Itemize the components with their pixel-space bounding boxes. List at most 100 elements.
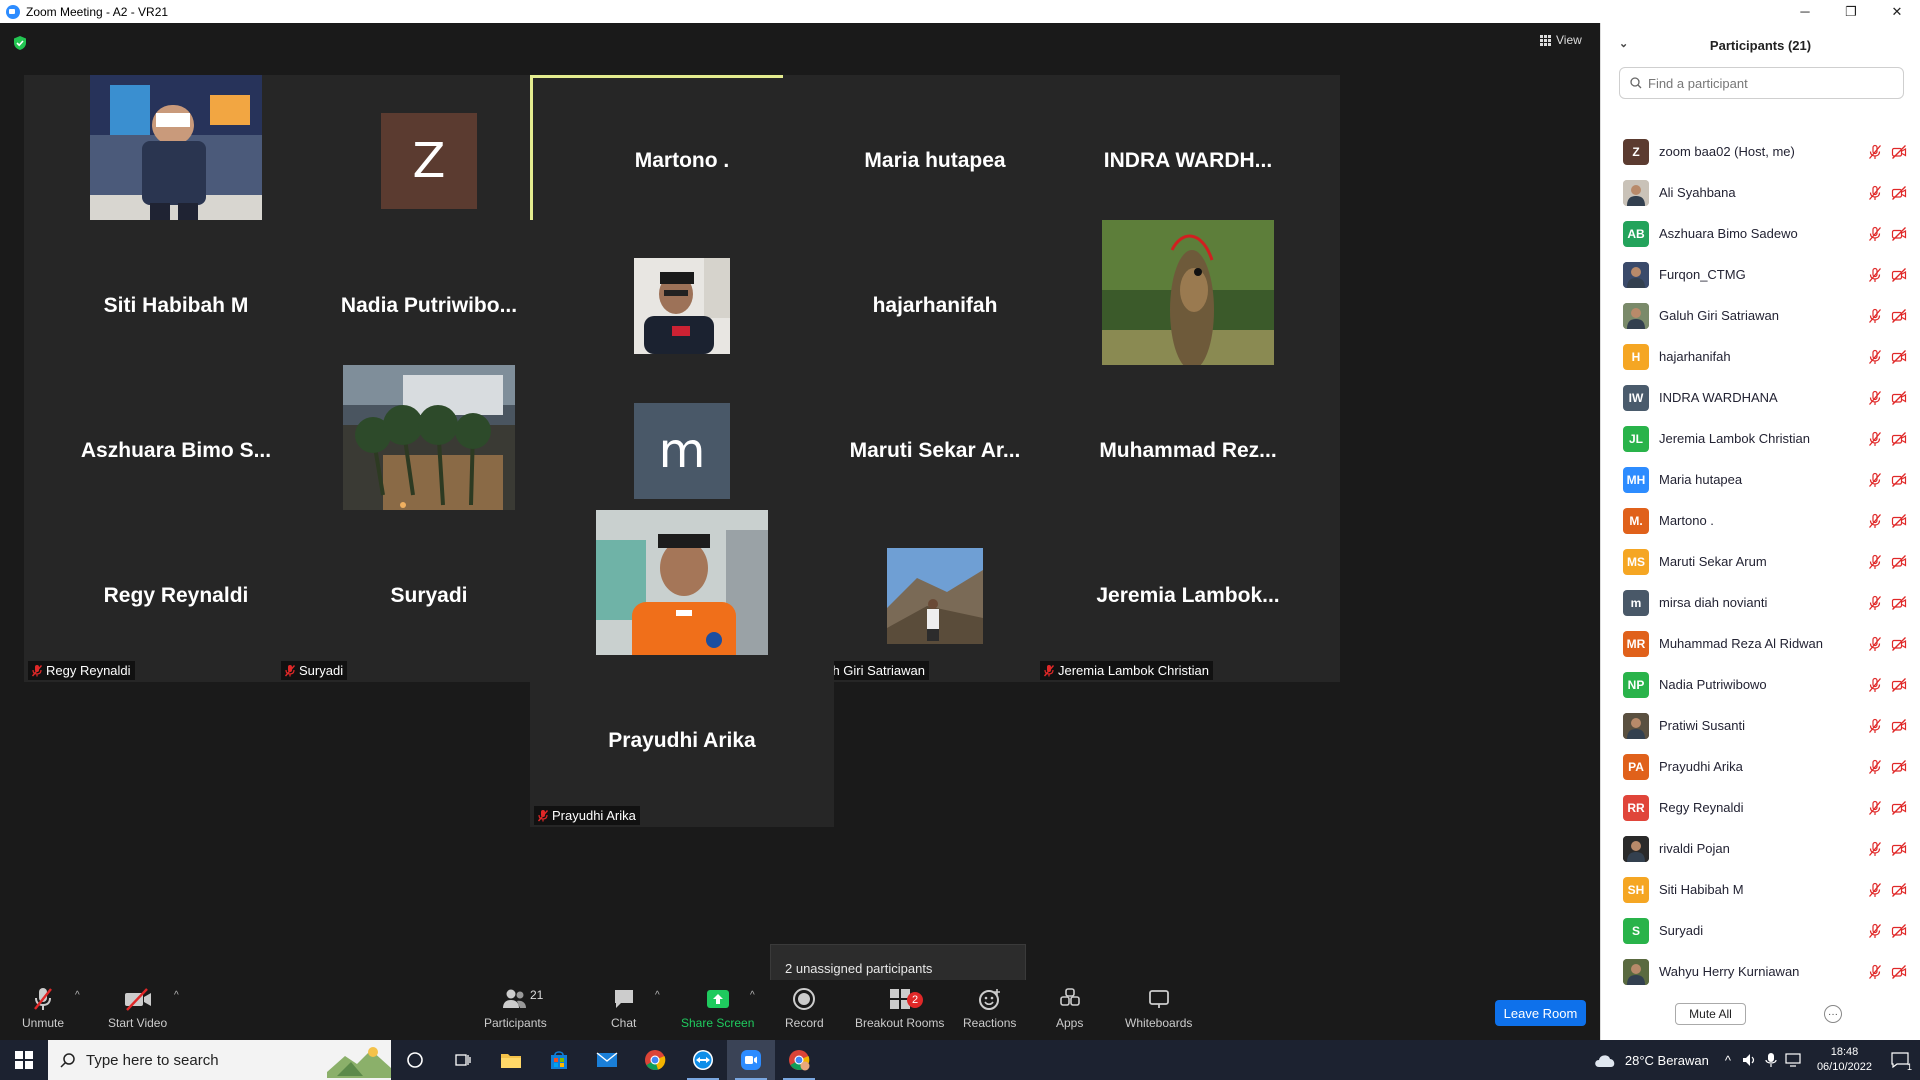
mic-muted-icon[interactable] <box>1867 759 1883 775</box>
participant-row[interactable]: RR Regy Reynaldi <box>1601 787 1920 828</box>
participant-row[interactable]: MS Maruti Sekar Arum <box>1601 541 1920 582</box>
participant-row[interactable]: rivaldi Pojan <box>1601 828 1920 869</box>
participant-row[interactable]: IW INDRA WARDHANA <box>1601 377 1920 418</box>
whiteboards-button[interactable]: Whiteboards <box>1125 986 1192 1030</box>
leave-room-button[interactable]: Leave Room <box>1495 1000 1586 1026</box>
mic-muted-icon[interactable] <box>1867 800 1883 816</box>
participant-row[interactable]: JL Jeremia Lambok Christian <box>1601 418 1920 459</box>
minimize-button[interactable]: ─ <box>1782 0 1828 23</box>
mic-muted-icon[interactable] <box>1867 923 1883 939</box>
participant-search-input[interactable]: Find a participant <box>1619 67 1904 99</box>
store-app[interactable] <box>535 1040 583 1080</box>
participant-row[interactable]: m mirsa diah novianti <box>1601 582 1920 623</box>
shield-icon[interactable] <box>12 35 28 51</box>
weather-text[interactable]: 28°C Berawan <box>1625 1053 1709 1068</box>
microphone-icon[interactable] <box>1765 1052 1777 1068</box>
participant-row[interactable]: Hhajarhanifah <box>1601 336 1920 377</box>
participant-row[interactable]: PA Prayudhi Arika <box>1601 746 1920 787</box>
task-view-button[interactable] <box>391 1040 439 1080</box>
audio-options-caret-icon[interactable]: ^ <box>75 990 80 1001</box>
mic-muted-icon[interactable] <box>1867 267 1883 283</box>
zoom-app[interactable] <box>727 1040 775 1080</box>
chrome-profile-app[interactable] <box>775 1040 823 1080</box>
video-off-icon[interactable] <box>1891 513 1907 529</box>
video-off-icon[interactable] <box>1891 923 1907 939</box>
participant-row[interactable]: Wahyu Herry Kurniawan <box>1601 951 1920 992</box>
mute-all-button[interactable]: Mute All <box>1675 1003 1746 1025</box>
participant-row[interactable]: MR Muhammad Reza Al Ridwan <box>1601 623 1920 664</box>
video-tile[interactable]: Jeremia Lambok... Jeremia Lambok Christia… <box>1036 510 1340 682</box>
participant-row[interactable]: S Suryadi <box>1601 910 1920 951</box>
notifications-button[interactable]: 1 <box>1880 1040 1920 1080</box>
mic-muted-icon[interactable] <box>1867 308 1883 324</box>
mic-muted-icon[interactable] <box>1867 882 1883 898</box>
file-explorer-app[interactable] <box>487 1040 535 1080</box>
video-off-icon[interactable] <box>1891 718 1907 734</box>
mic-muted-icon[interactable] <box>1867 144 1883 160</box>
video-off-icon[interactable] <box>1891 267 1907 283</box>
mic-muted-icon[interactable] <box>1867 431 1883 447</box>
participant-row[interactable]: AB Aszhuara Bimo Sadewo <box>1601 213 1920 254</box>
teamviewer-app[interactable] <box>679 1040 727 1080</box>
chrome-app[interactable] <box>631 1040 679 1080</box>
unmute-button[interactable]: Unmute <box>22 986 64 1030</box>
video-off-icon[interactable] <box>1891 349 1907 365</box>
participant-row[interactable]: MH Maria hutapea <box>1601 459 1920 500</box>
participant-row[interactable]: M. Martono . <box>1601 500 1920 541</box>
participant-row[interactable]: Galuh Giri Satriawan <box>1601 295 1920 336</box>
mic-muted-icon[interactable] <box>1867 472 1883 488</box>
video-off-icon[interactable] <box>1891 882 1907 898</box>
task-switch-button[interactable] <box>439 1040 487 1080</box>
participant-row[interactable]: Furqon_CTMG <box>1601 254 1920 295</box>
chat-options-caret-icon[interactable]: ^ <box>655 990 660 1001</box>
mic-muted-icon[interactable] <box>1867 185 1883 201</box>
mic-muted-icon[interactable] <box>1867 718 1883 734</box>
close-button[interactable]: ✕ <box>1874 0 1920 23</box>
start-button[interactable] <box>0 1040 48 1080</box>
video-off-icon[interactable] <box>1891 636 1907 652</box>
mic-muted-icon[interactable] <box>1867 349 1883 365</box>
maximize-button[interactable]: ❐ <box>1828 0 1874 23</box>
participant-row[interactable]: Zzoom baa02 (Host, me) <box>1601 131 1920 172</box>
record-button[interactable]: Record <box>785 986 824 1030</box>
participant-row[interactable]: NP Nadia Putriwibowo <box>1601 664 1920 705</box>
video-off-icon[interactable] <box>1891 677 1907 693</box>
video-off-icon[interactable] <box>1891 144 1907 160</box>
speaker-icon[interactable] <box>1741 1052 1757 1068</box>
participant-row[interactable]: Pratiwi Susanti <box>1601 705 1920 746</box>
video-off-icon[interactable] <box>1891 390 1907 406</box>
mic-muted-icon[interactable] <box>1867 513 1883 529</box>
mic-muted-icon[interactable] <box>1867 841 1883 857</box>
chat-button[interactable]: Chat <box>611 986 636 1030</box>
mic-muted-icon[interactable] <box>1867 636 1883 652</box>
video-off-icon[interactable] <box>1891 554 1907 570</box>
breakout-rooms-button[interactable]: Breakout Rooms <box>855 986 944 1030</box>
participant-row[interactable]: SH Siti Habibah M <box>1601 869 1920 910</box>
video-off-icon[interactable] <box>1891 185 1907 201</box>
participant-row[interactable]: Ali Syahbana <box>1601 172 1920 213</box>
video-options-caret-icon[interactable]: ^ <box>174 990 179 1001</box>
video-off-icon[interactable] <box>1891 472 1907 488</box>
mic-muted-icon[interactable] <box>1867 554 1883 570</box>
share-options-caret-icon[interactable]: ^ <box>750 990 755 1001</box>
tray-expand-icon[interactable]: ^ <box>1725 1053 1731 1068</box>
chevron-down-icon[interactable]: ⌄ <box>1619 37 1628 50</box>
video-tile[interactable]: Prayudhi Arika Prayudhi Arika <box>530 655 834 827</box>
apps-button[interactable]: Apps <box>1056 986 1083 1030</box>
mic-muted-icon[interactable] <box>1867 677 1883 693</box>
video-off-icon[interactable] <box>1891 964 1907 980</box>
mic-muted-icon[interactable] <box>1867 390 1883 406</box>
network-icon[interactable] <box>1785 1053 1803 1067</box>
mic-muted-icon[interactable] <box>1867 595 1883 611</box>
video-off-icon[interactable] <box>1891 308 1907 324</box>
mic-muted-icon[interactable] <box>1867 226 1883 242</box>
video-off-icon[interactable] <box>1891 759 1907 775</box>
share-screen-button[interactable]: Share Screen <box>681 986 754 1030</box>
reactions-button[interactable]: Reactions <box>963 986 1016 1030</box>
mail-app[interactable] <box>583 1040 631 1080</box>
video-off-icon[interactable] <box>1891 431 1907 447</box>
video-off-icon[interactable] <box>1891 595 1907 611</box>
mic-muted-icon[interactable] <box>1867 964 1883 980</box>
view-button[interactable]: View <box>1540 33 1582 47</box>
start-video-button[interactable]: Start Video <box>108 986 167 1030</box>
